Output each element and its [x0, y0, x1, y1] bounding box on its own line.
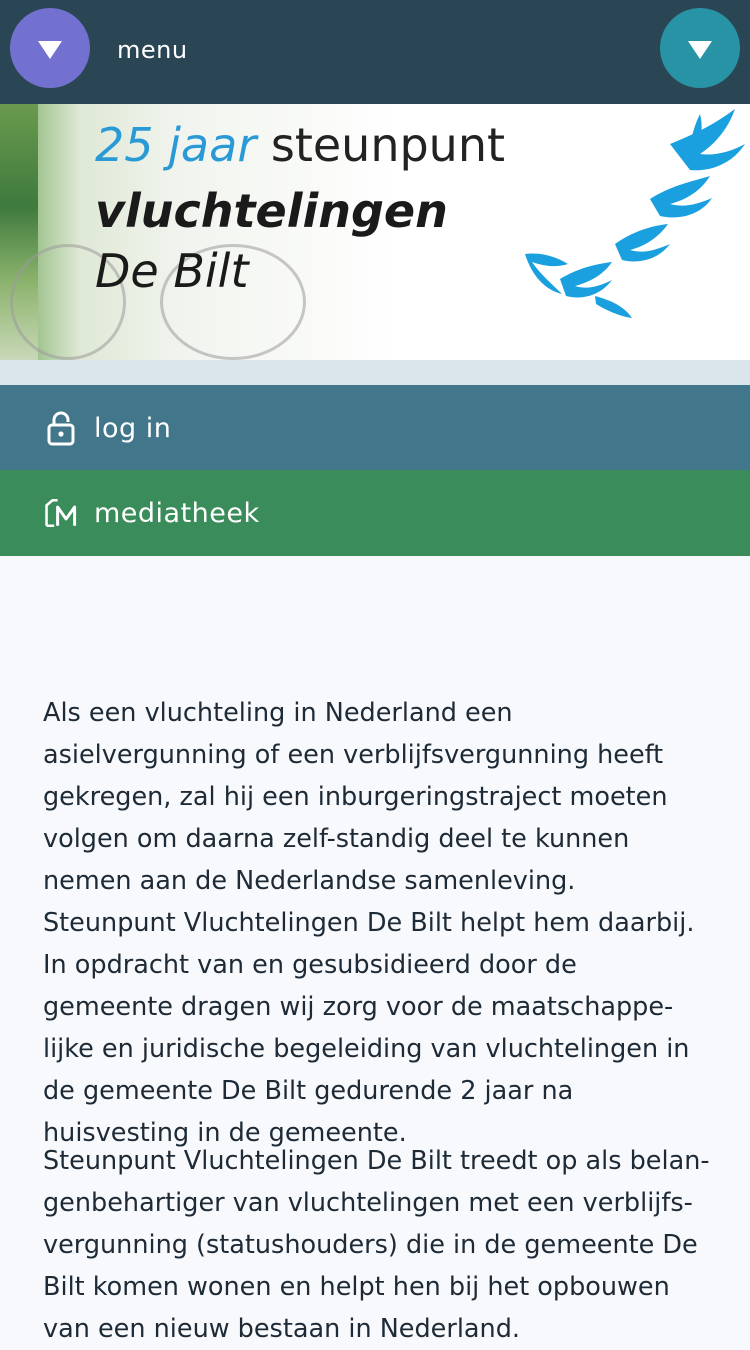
menu-label[interactable]: menu: [117, 36, 188, 64]
secondary-toggle-button[interactable]: [660, 8, 740, 88]
banner-years: 25 jaar: [95, 118, 257, 172]
mediatheek-label: mediatheek: [94, 497, 260, 529]
birds-logo-icon: [525, 109, 745, 318]
chevron-down-icon: [688, 41, 712, 59]
menu-toggle-button[interactable]: [10, 8, 90, 88]
login-label: log in: [94, 412, 172, 444]
intro-paragraph: Als een vluchteling in Nederland een asi…: [43, 698, 695, 1148]
second-paragraph: Steunpunt Vluchtelingen De Bilt treedt o…: [43, 1146, 710, 1344]
main-content: Als een vluchteling in Nederland een asi…: [0, 556, 750, 1344]
mediatheek-link[interactable]: mediatheek: [0, 470, 750, 556]
lock-icon: [44, 411, 78, 446]
mediatheek-icon: [44, 496, 78, 530]
login-link[interactable]: log in: [0, 385, 750, 471]
banner-steunpunt: steunpunt: [270, 118, 506, 172]
header-banner[interactable]: 25 jaar steunpunt vluchtelingen De Bilt: [0, 104, 750, 360]
top-bar: menu: [0, 0, 750, 104]
banner-title-line-1: 25 jaar steunpunt: [95, 118, 505, 172]
banner-separator: [0, 360, 750, 385]
banner-title-line-3: De Bilt: [95, 244, 249, 298]
banner-title-line-2: vluchtelingen: [95, 184, 448, 238]
chevron-down-icon: [38, 41, 62, 59]
